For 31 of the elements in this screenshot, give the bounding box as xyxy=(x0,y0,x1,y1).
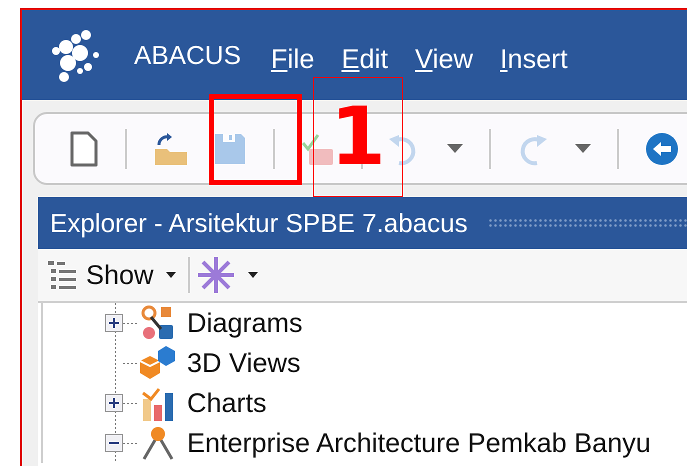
folder-arrow-icon xyxy=(153,130,189,166)
list-icon xyxy=(48,260,78,290)
expand-toggle[interactable] xyxy=(105,314,123,332)
tree-item[interactable]: Enterprise Architecture Pemkab Banyu xyxy=(187,428,651,458)
app-name: ABACUS xyxy=(134,40,241,70)
tree-item[interactable]: Diagrams xyxy=(187,308,303,338)
collapse-toggle[interactable] xyxy=(105,434,123,452)
expand-toggle[interactable] xyxy=(105,394,123,412)
tree-item[interactable]: 3D Views xyxy=(187,348,301,378)
diagram-icon xyxy=(141,305,175,341)
plus-icon xyxy=(109,398,119,408)
show-button[interactable]: Show xyxy=(46,256,184,294)
dropdown-caret-icon xyxy=(166,272,176,278)
document-icon xyxy=(69,130,99,166)
menu-item[interactable]: View xyxy=(414,44,474,74)
plus-icon xyxy=(109,318,119,328)
callout-number: 1 xyxy=(330,97,386,177)
asterisk-icon xyxy=(196,255,236,295)
bar-chart-icon xyxy=(141,385,175,421)
minus-icon xyxy=(109,442,119,444)
dropdown-caret-icon xyxy=(248,272,258,278)
grip-handle[interactable] xyxy=(488,218,687,228)
dropdown-caret-icon xyxy=(575,144,591,153)
menu-item[interactable]: File xyxy=(270,44,314,74)
save-icon xyxy=(213,132,247,166)
dropdown-caret-icon xyxy=(447,144,463,153)
menu-item[interactable]: Insert xyxy=(500,44,568,74)
panel-title: Explorer - Arsitektur SPBE 7.abacus xyxy=(50,208,468,238)
cube-icon xyxy=(138,345,178,381)
menu-item[interactable]: Edit xyxy=(341,44,388,74)
tree-item[interactable]: Charts xyxy=(187,388,267,418)
